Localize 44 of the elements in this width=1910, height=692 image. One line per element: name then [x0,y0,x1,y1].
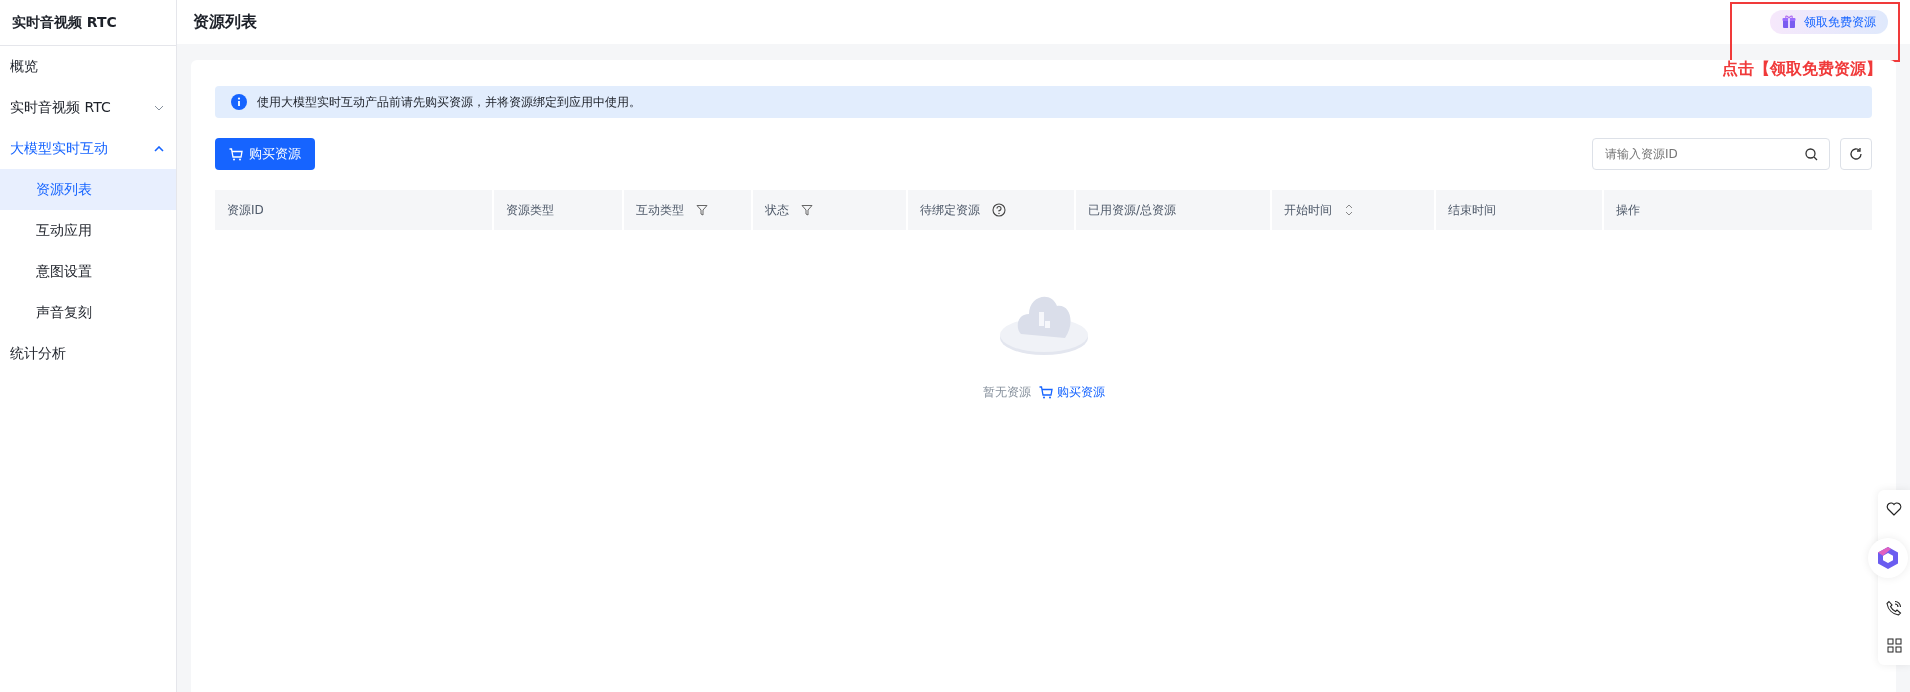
product-title: 实时音视频 RTC [0,0,176,46]
search-field[interactable]: 请输入资源ID [1592,138,1830,170]
help-icon[interactable] [992,203,1006,217]
annotation-text: 点击【领取免费资源】 [1722,59,1882,80]
gift-icon [1782,15,1796,29]
chevron-down-icon [154,104,164,111]
info-icon [231,94,247,110]
buy-resource-link[interactable]: 购买资源 [1038,384,1105,401]
buy-resource-button[interactable]: 购买资源 [215,138,315,170]
chevron-up-icon [154,145,164,152]
nav-item[interactable]: 概览 [0,46,176,87]
refresh-icon [1849,147,1863,161]
nav-subitem[interactable]: 声音复刻 [0,292,176,333]
nav-subitem[interactable]: 互动应用 [0,210,176,251]
page-title: 资源列表 [193,11,257,33]
assistant-button[interactable] [1868,538,1908,578]
nav-item[interactable]: 大模型实时互动 [0,128,176,169]
nav-item[interactable]: 实时音视频 RTC [0,87,176,128]
notice-text: 使用大模型实时互动产品前请先购买资源，并将资源绑定到应用中使用。 [257,93,641,111]
sort-icon[interactable] [1344,203,1354,217]
column-header: 状态 [753,190,908,230]
refresh-button[interactable] [1840,138,1872,170]
filter-icon[interactable] [696,204,708,216]
free-resource-button[interactable]: 领取免费资源 [1770,10,1888,34]
column-header: 开始时间 [1272,190,1436,230]
phone-icon[interactable] [1886,600,1902,616]
hexagon-logo-icon [1877,546,1899,570]
column-header: 操作 [1615,201,1641,219]
column-header: 待绑定资源 [908,190,1076,230]
column-header: 互动类型 [624,190,753,230]
nav-item[interactable]: 统计分析 [0,333,176,374]
cart-icon [229,147,243,161]
column-header: 资源ID [215,190,494,230]
heart-icon[interactable] [1886,502,1902,516]
column-header: 资源类型 [494,190,624,230]
nav-subitem[interactable]: 资源列表 [0,169,176,210]
nav-subitem[interactable]: 意图设置 [0,251,176,292]
empty-state-text: 暂无资源 [982,384,1031,401]
search-icon [1805,148,1818,161]
column-header: 已用资源/总资源 [1076,190,1272,230]
filter-icon[interactable] [801,204,813,216]
grid-icon[interactable] [1886,638,1902,653]
cart-icon [1038,386,1053,399]
column-header: 结束时间 [1436,190,1604,230]
